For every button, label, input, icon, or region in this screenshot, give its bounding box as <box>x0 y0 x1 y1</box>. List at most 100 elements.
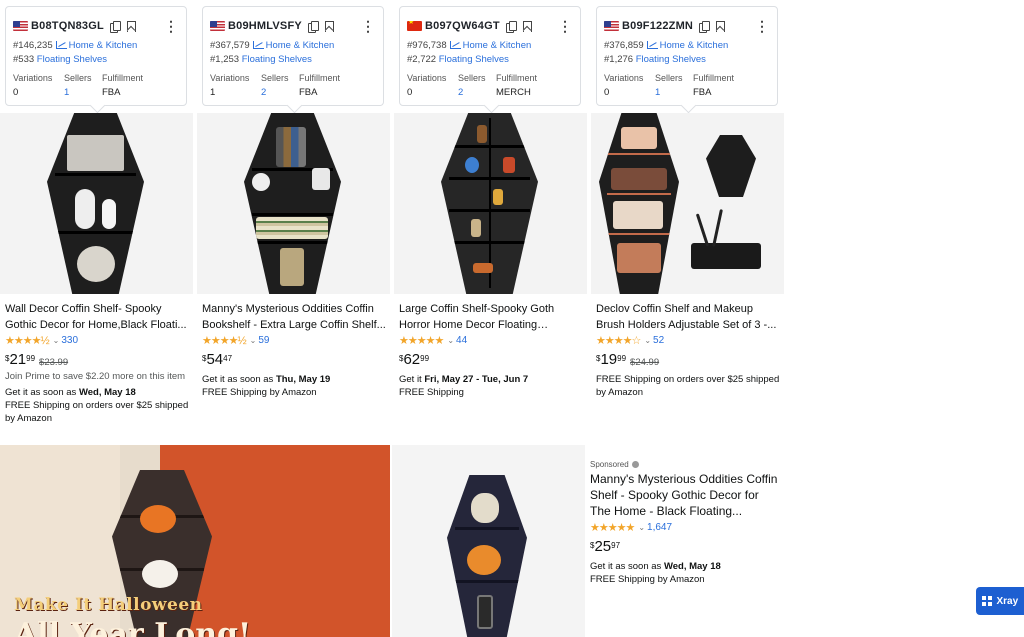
rating[interactable]: ★★★★☆ ⌄ 52 <box>596 334 664 347</box>
review-count[interactable]: 330 <box>61 335 78 346</box>
bookmark-icon[interactable] <box>715 20 726 32</box>
rating[interactable]: ★★★★½ ⌄ 59 <box>202 334 269 347</box>
delivery-line: Get it Fri, May 27 - Tue, Jun 7 <box>399 373 585 386</box>
chevron-down-icon[interactable]: ⌄ <box>447 336 454 345</box>
more-vertical-icon[interactable]: ⋮ <box>755 19 769 33</box>
subcategory-link[interactable]: Floating Shelves <box>636 54 706 65</box>
category-link[interactable]: Home & Kitchen <box>660 40 729 51</box>
price-fraction: 97 <box>611 541 621 550</box>
sellers-value[interactable]: 2 <box>458 87 496 98</box>
rating[interactable]: ★★★★½ ⌄ 330 <box>5 334 78 347</box>
sellers-label: Sellers <box>64 73 92 83</box>
sellers-label: Sellers <box>261 73 289 83</box>
us-flag-icon <box>13 21 28 31</box>
bsr-sub: #1,276 <box>604 54 634 65</box>
delivery-date: Fri, May 27 - Tue, Jun 7 <box>424 374 529 385</box>
product-title[interactable]: Wall Decor Coffin Shelf- Spooky Gothic D… <box>5 301 189 333</box>
bookmark-icon[interactable] <box>522 20 532 32</box>
halloween-banner-image[interactable]: Make It Halloween All Year Long! <box>0 445 390 637</box>
price: $ 21 99 $23.99 <box>5 351 68 369</box>
trend-chart-icon[interactable] <box>646 41 658 49</box>
review-count[interactable]: 44 <box>456 335 467 346</box>
sponsored-label: Sponsored <box>590 460 782 469</box>
trend-chart-icon[interactable] <box>449 41 461 49</box>
price-whole: 54 <box>206 351 224 368</box>
asin-info-card: B09HMLVSFY ⋮ #367,579 Home & Kitchen #1,2… <box>202 6 384 106</box>
delivery-prefix: Get it <box>399 374 425 385</box>
product-title[interactable]: Declov Coffin Shelf and Makeup Brush Hol… <box>596 301 780 333</box>
price-fraction: 99 <box>26 354 36 363</box>
bsr-sub: #2,722 <box>407 54 437 65</box>
more-vertical-icon[interactable]: ⋮ <box>558 19 572 33</box>
xray-label: Xray <box>996 595 1019 607</box>
subcategory-link[interactable]: Floating Shelves <box>242 54 312 65</box>
sponsored-product-image[interactable] <box>392 445 585 637</box>
review-count[interactable]: 1,647 <box>647 522 672 533</box>
trend-chart-icon[interactable] <box>55 41 67 49</box>
fulfillment-value: FBA <box>299 87 318 98</box>
banner-headline: Make It Halloween <box>14 595 203 615</box>
us-flag-icon <box>210 21 225 31</box>
sellers-value[interactable]: 1 <box>655 87 693 98</box>
more-vertical-icon[interactable]: ⋮ <box>164 19 178 33</box>
chevron-down-icon[interactable]: ⌄ <box>250 336 257 345</box>
asin-label[interactable]: B08TQN83GL <box>31 20 104 32</box>
sellers-label: Sellers <box>458 73 486 83</box>
product-image[interactable] <box>591 113 784 294</box>
product-title[interactable]: Manny's Mysterious Oddities Coffin Books… <box>202 301 386 333</box>
sellers-value[interactable]: 1 <box>64 87 102 98</box>
asin-label[interactable]: B09HMLVSFY <box>228 20 302 32</box>
product-image[interactable] <box>394 113 587 294</box>
rating[interactable]: ★★★★★ ⌄ 44 <box>399 334 467 347</box>
rating-stars: ★★★★★ <box>590 522 635 534</box>
delivery-line: Get it as soon as Thu, May 19 <box>202 373 388 386</box>
rating-stars: ★★★★☆ <box>596 335 641 347</box>
copy-icon[interactable] <box>699 20 711 33</box>
xray-button[interactable]: Xray <box>976 587 1024 615</box>
review-count[interactable]: 59 <box>258 335 269 346</box>
more-vertical-icon[interactable]: ⋮ <box>361 19 375 33</box>
sponsored-shipping-line: FREE Shipping by Amazon <box>590 574 705 585</box>
variations-value: 1 <box>210 87 216 98</box>
review-count[interactable]: 52 <box>653 335 664 346</box>
product-image[interactable] <box>197 113 390 294</box>
price: $ 54 47 <box>202 352 232 368</box>
sellers-value[interactable]: 2 <box>261 87 299 98</box>
price-whole: 25 <box>594 538 612 555</box>
copy-icon[interactable] <box>307 20 319 33</box>
delivery-line: Get it as soon as Wed, May 18 <box>5 386 191 399</box>
copy-icon[interactable] <box>505 20 517 33</box>
rating-stars: ★★★★★ <box>399 335 444 347</box>
category-link[interactable]: Home & Kitchen <box>463 40 532 51</box>
asin-label[interactable]: B097QW64GT <box>425 20 500 32</box>
price-fraction: 99 <box>420 354 430 363</box>
chevron-down-icon[interactable]: ⌄ <box>53 336 60 345</box>
sponsored-rating[interactable]: ★★★★★ ⌄ 1,647 <box>590 521 672 534</box>
variations-value: 0 <box>407 87 413 98</box>
copy-icon[interactable] <box>109 20 121 33</box>
category-link[interactable]: Home & Kitchen <box>266 40 335 51</box>
sponsored-product-title[interactable]: Manny's Mysterious Oddities Coffin Shelf… <box>590 471 782 519</box>
trend-chart-icon[interactable] <box>252 41 264 49</box>
price-whole: 19 <box>600 351 618 368</box>
delivery-prefix: Get it as soon as <box>202 374 276 385</box>
price-whole: 62 <box>403 351 421 368</box>
shipping-line: FREE Shipping on orders over $25 shipped… <box>596 374 780 398</box>
bookmark-icon[interactable] <box>126 20 136 32</box>
subcategory-link[interactable]: Floating Shelves <box>439 54 509 65</box>
price-whole: 21 <box>9 351 27 368</box>
info-icon[interactable] <box>631 461 639 468</box>
product-title[interactable]: Large Coffin Shelf-Spooky Goth Horror Ho… <box>399 301 583 333</box>
price: $ 19 99 $24.99 <box>596 351 659 369</box>
bookmark-icon[interactable] <box>324 20 334 32</box>
fulfillment-value: FBA <box>102 87 121 98</box>
category-link[interactable]: Home & Kitchen <box>69 40 138 51</box>
asin-label[interactable]: B09F122ZMN <box>622 20 693 32</box>
variations-label: Variations <box>604 73 644 83</box>
product-image[interactable] <box>0 113 193 294</box>
chevron-down-icon[interactable]: ⌄ <box>644 336 651 345</box>
price: $ 62 99 <box>399 352 429 368</box>
chevron-down-icon[interactable]: ⌄ <box>638 523 645 532</box>
subcategory-link[interactable]: Floating Shelves <box>37 54 107 65</box>
price-fraction: 99 <box>617 354 627 363</box>
